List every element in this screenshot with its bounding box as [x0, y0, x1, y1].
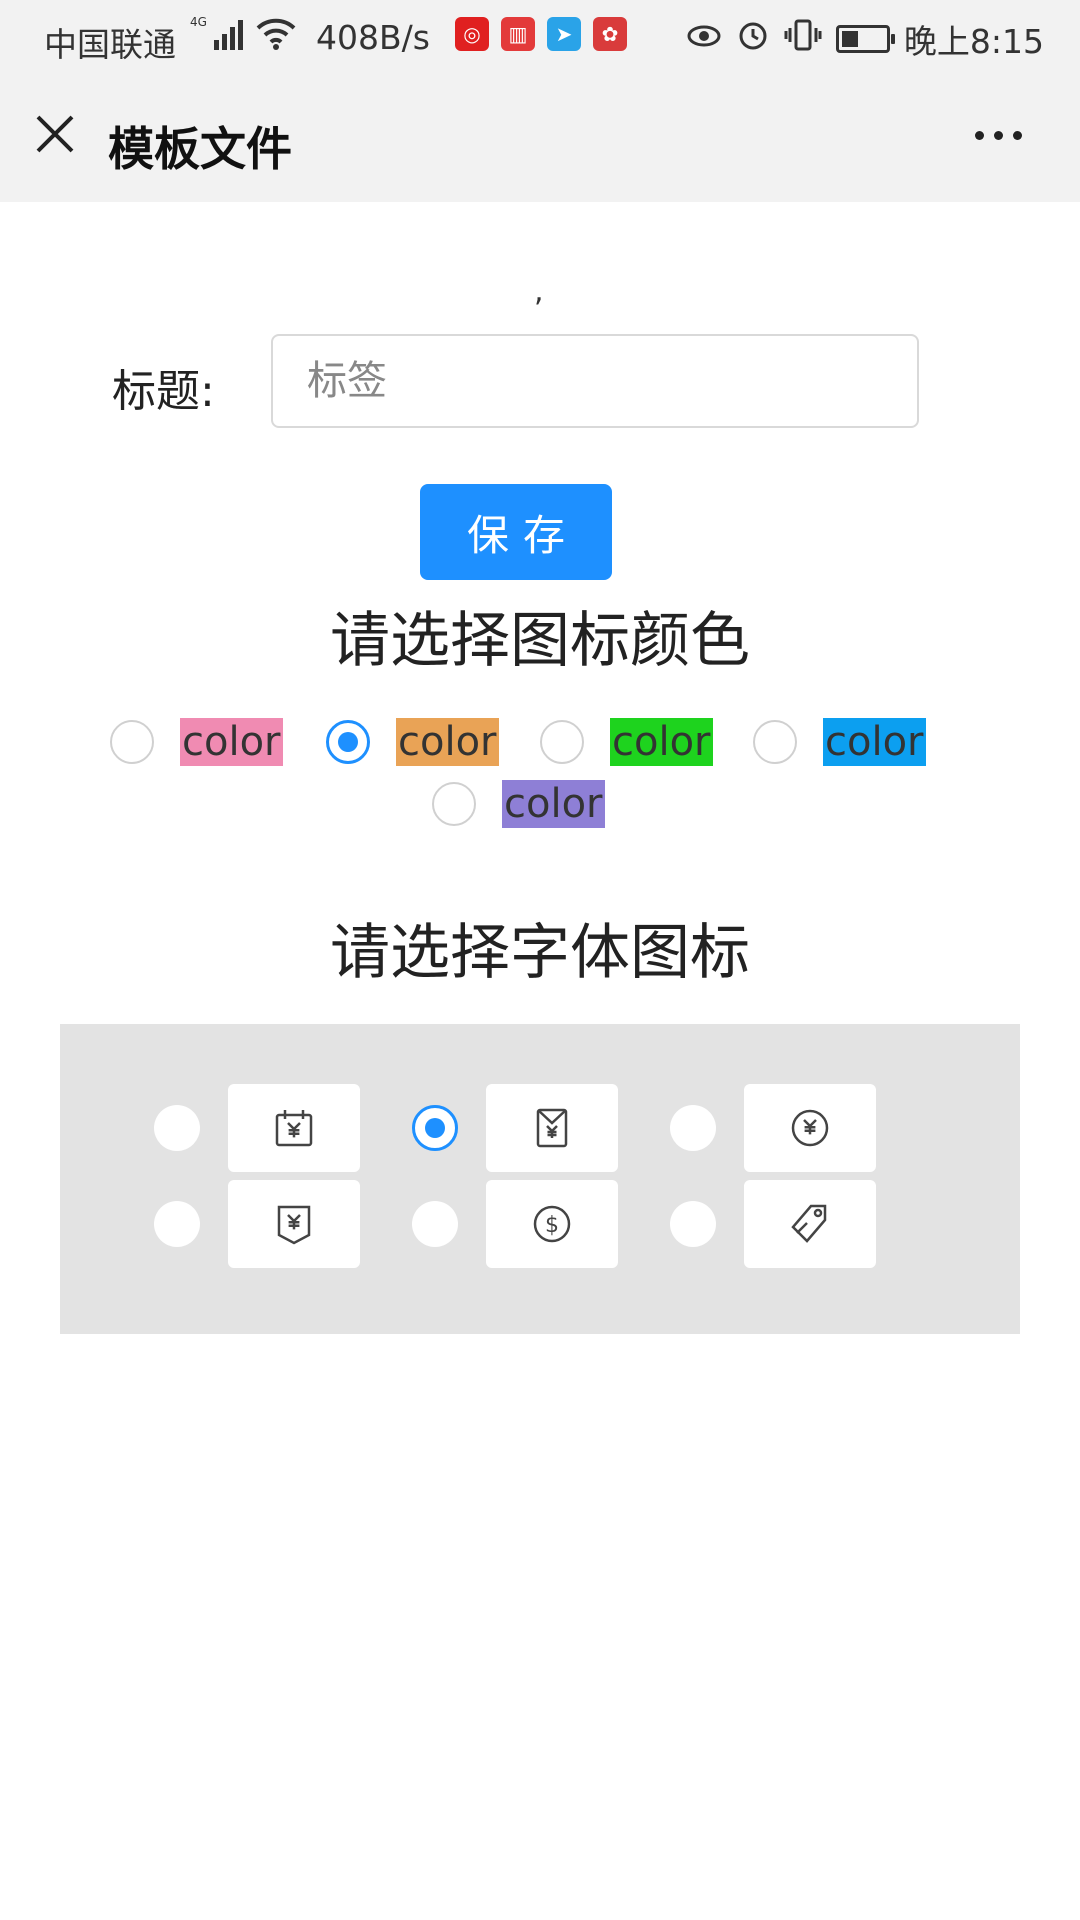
color-radio[interactable] — [326, 720, 370, 764]
calendar-yen-icon[interactable] — [228, 1084, 360, 1172]
header-bar: 模板文件 — [0, 75, 1080, 202]
network-type-label: 4G — [190, 15, 207, 29]
icon-radio[interactable] — [412, 1201, 458, 1247]
title-label: 标题: — [112, 366, 215, 417]
icon-radio[interactable] — [670, 1105, 716, 1151]
notification-icons: ◎ ▥ ➤ ✿ — [455, 17, 627, 51]
color-radio[interactable] — [110, 720, 154, 764]
color-label: color — [396, 718, 499, 766]
color-section-heading: 请选择图标颜色 — [330, 606, 750, 676]
eye-icon — [686, 20, 722, 59]
price-tag-icon[interactable] — [744, 1180, 876, 1268]
netease-music-icon: ◎ — [455, 17, 489, 51]
color-label: color — [180, 718, 283, 766]
battery-icon — [835, 25, 895, 53]
status-bar: 中国联通 4G 408B/s ◎ ▥ ➤ ✿ 晚上8:15 — [0, 0, 1080, 75]
huawei-icon: ✿ — [593, 17, 627, 51]
color-option[interactable]: color — [753, 718, 926, 766]
icon-option[interactable] — [154, 1084, 360, 1172]
yen-circle-icon[interactable] — [744, 1084, 876, 1172]
color-label: color — [502, 780, 605, 828]
color-radio[interactable] — [540, 720, 584, 764]
icon-options-panel: $ — [60, 1024, 1020, 1334]
icon-option[interactable] — [670, 1180, 876, 1268]
icon-option[interactable] — [670, 1084, 876, 1172]
color-option[interactable]: color — [432, 780, 605, 828]
close-icon[interactable] — [30, 109, 80, 159]
color-option[interactable]: color — [540, 718, 713, 766]
color-label: color — [610, 718, 713, 766]
clock: 晚上8:15 — [903, 22, 1044, 61]
wifi-icon — [254, 16, 298, 60]
icon-radio[interactable] — [154, 1201, 200, 1247]
stray-text: , — [534, 274, 544, 309]
color-radio[interactable] — [753, 720, 797, 764]
title-input[interactable] — [271, 334, 919, 428]
dollar-circle-icon[interactable]: $ — [486, 1180, 618, 1268]
icon-radio[interactable] — [412, 1105, 458, 1151]
mail-icon: ➤ — [547, 17, 581, 51]
page-title: 模板文件 — [108, 122, 292, 176]
more-options-icon[interactable] — [975, 120, 1035, 150]
color-option[interactable]: color — [110, 718, 283, 766]
color-option[interactable]: color — [326, 718, 499, 766]
carrier-label: 中国联通 — [44, 25, 176, 64]
color-label: color — [823, 718, 926, 766]
signal-icon: 4G — [190, 14, 246, 60]
icon-radio[interactable] — [670, 1201, 716, 1247]
vibrate-icon — [784, 18, 822, 60]
color-radio[interactable] — [432, 782, 476, 826]
svg-text:$: $ — [545, 1213, 559, 1238]
alarm-icon — [736, 18, 770, 60]
icon-section-heading: 请选择字体图标 — [330, 918, 750, 988]
save-button[interactable]: 保存 — [420, 484, 612, 580]
icon-option[interactable] — [412, 1084, 618, 1172]
icon-option[interactable]: $ — [412, 1180, 618, 1268]
status-right: 晚上8:15 — [686, 15, 1044, 63]
network-speed: 408B/s — [316, 18, 430, 57]
icon-option[interactable] — [154, 1180, 360, 1268]
reader-icon: ▥ — [501, 17, 535, 51]
badge-yen-icon[interactable] — [228, 1180, 360, 1268]
icon-radio[interactable] — [154, 1105, 200, 1151]
envelope-yen-icon[interactable] — [486, 1084, 618, 1172]
